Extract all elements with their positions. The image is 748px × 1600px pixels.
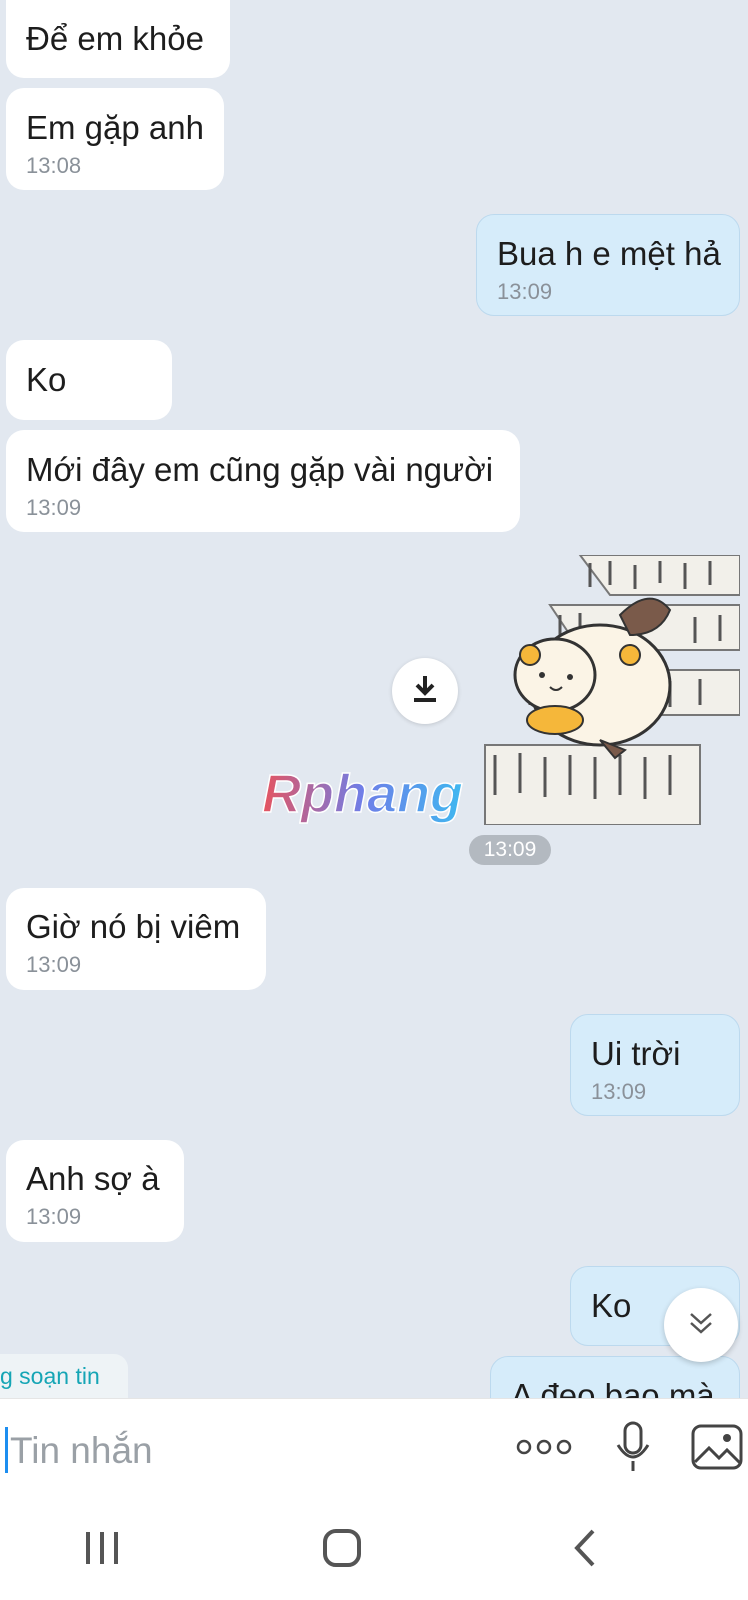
message-bubble-incoming[interactable]: Để em khỏe	[6, 0, 230, 78]
message-text: Ui trời	[591, 1035, 681, 1072]
download-icon	[411, 674, 439, 709]
message-time: 13:09	[26, 952, 82, 977]
message-bubble-incoming[interactable]: Mới đây em cũng gặp vài người 13:09	[6, 430, 520, 532]
typing-indicator: g soạn tin	[0, 1354, 128, 1398]
watermark-logo: Rphang	[261, 763, 484, 833]
message-time: 13:09	[591, 1079, 647, 1104]
message-bubble-incoming[interactable]: Em gặp anh 13:08	[6, 88, 224, 190]
message-time: 13:08	[26, 153, 82, 178]
chevron-double-down-icon	[686, 1308, 716, 1343]
back-button[interactable]	[560, 1526, 610, 1574]
message-text: Em gặp anh	[26, 109, 204, 146]
message-text: Mới đây em cũng gặp vài người	[26, 451, 494, 488]
image-picker-button[interactable]	[690, 1423, 744, 1475]
back-icon	[573, 1528, 597, 1573]
voice-record-button[interactable]	[610, 1419, 656, 1479]
message-time: 13:09	[497, 279, 553, 304]
scroll-to-bottom-button[interactable]	[664, 1288, 738, 1362]
message-text: Ko	[26, 361, 67, 398]
message-text: A đeo bao mà	[511, 1377, 715, 1398]
chat-area[interactable]: Để em khỏe Em gặp anh 13:08 Bua h e mệt …	[0, 0, 748, 1398]
text-caret	[5, 1427, 8, 1473]
message-time: 13:09	[26, 1204, 82, 1229]
message-bubble-outgoing[interactable]: A đeo bao mà	[490, 1356, 740, 1398]
sticker-image[interactable]	[470, 554, 741, 826]
message-bubble-incoming[interactable]: Ko	[6, 340, 172, 420]
message-bubble-outgoing[interactable]: Ui trời 13:09	[570, 1014, 740, 1116]
watermark-text: Rphang	[262, 768, 463, 824]
system-navigation-bar	[0, 1498, 748, 1600]
message-bubble-outgoing[interactable]: Bua h e mệt hả 13:09	[476, 214, 740, 316]
message-text: Giờ nó bị viêm	[26, 908, 241, 945]
message-text: Bua h e mệt hả	[497, 235, 721, 272]
message-time: 13:09	[26, 495, 82, 520]
recent-apps-icon	[82, 1530, 122, 1571]
home-icon	[322, 1528, 362, 1573]
message-bubble-incoming[interactable]: Anh sợ à 13:09	[6, 1140, 184, 1242]
message-bubble-incoming[interactable]: Giờ nó bị viêm 13:09	[6, 888, 266, 990]
message-input[interactable]: Tin nhắn	[10, 1429, 153, 1473]
recent-apps-button[interactable]	[72, 1528, 132, 1572]
message-text: Để em khỏe	[26, 20, 204, 57]
composer-bar: Tin nhắn	[0, 1398, 748, 1499]
download-button[interactable]	[392, 658, 458, 724]
home-button[interactable]	[316, 1526, 368, 1574]
sticker-time: 13:09	[469, 835, 551, 865]
message-text: Anh sợ à	[26, 1160, 160, 1197]
microphone-icon	[615, 1421, 651, 1478]
image-icon	[691, 1424, 743, 1475]
more-dots-icon	[516, 1437, 572, 1462]
more-button[interactable]	[516, 1429, 572, 1469]
